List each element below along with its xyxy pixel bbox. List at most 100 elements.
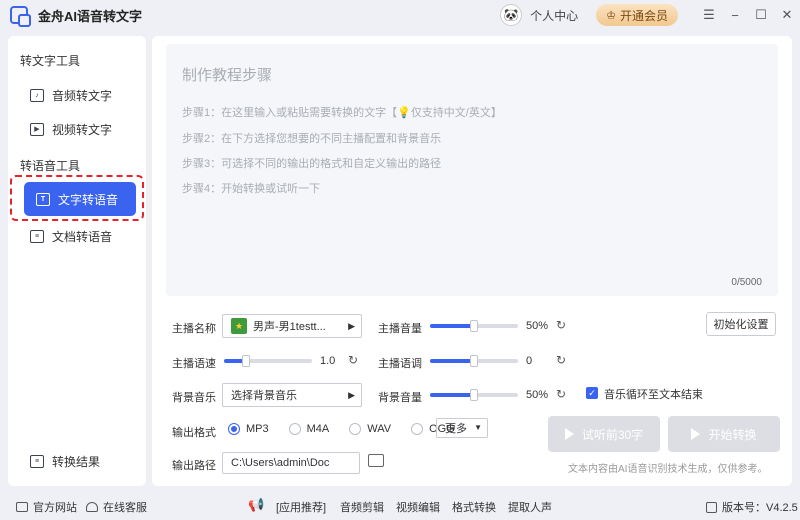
slider-handle[interactable] (470, 389, 478, 401)
monitor-icon (16, 502, 28, 512)
editor-step-1: 步骤1：在这里输入或粘贴需要转换的文字【💡仅支持中文/英文】 (182, 107, 502, 119)
online-support-link[interactable]: 在线客服 (86, 499, 147, 515)
format-radio-mp3[interactable] (228, 423, 240, 435)
sidebar-item-doc-to-speech[interactable]: ≡ 文档转语音 (30, 225, 112, 247)
bgm-select-value: 选择背景音乐 (231, 390, 297, 402)
sidebar: 转文字工具 ♪ 音频转文字 ▶ 视频转文字 转语音工具 T 文字转语音 ≡ 文档… (8, 36, 146, 486)
reset-icon[interactable]: ↻ (348, 353, 358, 367)
sidebar-item-video-to-text[interactable]: ▶ 视频转文字 (30, 118, 112, 140)
menu-icon[interactable]: ☰ (696, 7, 722, 23)
online-support-label: 在线客服 (103, 502, 147, 514)
app-link-vocal-extract[interactable]: 提取人声 (508, 499, 552, 515)
format-label-wav: WAV (367, 423, 392, 435)
app-logo-icon (10, 6, 31, 27)
group-title-to-text: 转文字工具 (20, 54, 81, 68)
anchor-pitch-value: 0 (526, 355, 533, 367)
output-path-input[interactable]: C:\Users\admin\Doc (222, 452, 360, 474)
editor-step-2: 步骤2：在下方选择您想要的不同主播配置和背景音乐 (182, 133, 442, 145)
editor-step-3: 步骤3：可选择不同的输出的格式和自定义输出的路径 (182, 158, 442, 170)
slider-handle[interactable] (242, 355, 250, 367)
anchor-speed-slider[interactable] (224, 355, 312, 367)
footer-bar: 官方网站 在线客服 📢 [应用推荐] 音频剪辑 视频编辑 格式转换 提取人声 版… (0, 490, 800, 520)
voice-avatar-icon: ★ (231, 318, 247, 334)
anchor-select[interactable]: ★ 男声-男1testt... ▶ (222, 314, 362, 338)
output-format-label: 输出格式 (172, 427, 216, 439)
music-loop-checkbox[interactable]: ✓ (586, 387, 598, 399)
app-recommend-label: [应用推荐] (276, 502, 327, 514)
anchor-pitch-label: 主播语调 (378, 358, 422, 370)
maximize-icon[interactable]: ☐ (748, 7, 774, 23)
chevron-down-icon: ▼ (474, 423, 482, 432)
video-file-icon: ▶ (30, 122, 44, 136)
preview-button-label: 试听前30字 (581, 427, 644, 442)
app-link-format-convert[interactable]: 格式转换 (452, 499, 496, 515)
editor-step-4: 步骤4：开始转换或试听一下 (182, 183, 321, 195)
avatar[interactable]: 🐼 (500, 4, 523, 26)
headset-icon (86, 502, 98, 512)
bgm-volume-slider[interactable] (430, 389, 518, 401)
app-title: 金舟AI语音转文字 (38, 8, 143, 24)
highlight-annotation (10, 175, 144, 221)
title-bar: 金舟AI语音转文字 🐼 个人中心 ♔ 开通会员 ☰ − ☐ ✕ (0, 0, 800, 30)
slider-handle[interactable] (470, 320, 478, 332)
version-label: 版本号：V4.2.5 (722, 502, 798, 514)
format-radio-ogg[interactable] (411, 423, 424, 435)
ai-notice: 文本内容由AI语音识别技术生成，仅供参考。 (568, 464, 768, 475)
format-radio-m4a[interactable] (288, 423, 301, 435)
anchor-volume-slider[interactable] (430, 320, 518, 332)
more-formats-label: 更多 (445, 423, 467, 435)
sidebar-item-label: 视频转文字 (52, 122, 113, 137)
bgm-volume-value: 50% (526, 389, 549, 401)
version-icon (706, 501, 717, 513)
vip-label: 开通会员 (619, 8, 668, 23)
format-label-mp3: MP3 (246, 423, 269, 435)
start-convert-button[interactable]: 开始转换 (668, 416, 780, 452)
init-settings-button[interactable]: 初始化设置 (706, 312, 776, 336)
sidebar-item-label: 文档转语音 (52, 229, 113, 244)
play-icon (691, 428, 701, 440)
app-link-audio-edit[interactable]: 音频剪辑 (340, 499, 384, 515)
text-input-area[interactable]: 制作教程步骤 步骤1：在这里输入或粘贴需要转换的文字【💡仅支持中文/英文】 步骤… (166, 44, 778, 296)
start-convert-label: 开始转换 (708, 427, 757, 442)
results-icon: ≡ (30, 454, 44, 468)
official-website-label: 官方网站 (33, 502, 77, 514)
anchor-pitch-slider[interactable] (430, 355, 518, 367)
bgm-label: 背景音乐 (172, 392, 216, 404)
close-icon[interactable]: ✕ (774, 7, 800, 23)
anchor-name-label: 主播名称 (172, 323, 216, 335)
user-center-link[interactable]: 个人中心 (530, 7, 578, 24)
chevron-right-icon: ▶ (348, 321, 355, 331)
reset-icon[interactable]: ↻ (556, 353, 566, 367)
main-panel: 制作教程步骤 步骤1：在这里输入或粘贴需要转换的文字【💡仅支持中文/英文】 步骤… (152, 36, 792, 486)
minimize-icon[interactable]: − (722, 8, 748, 23)
anchor-select-value: 男声-男1testt... (253, 321, 326, 333)
sidebar-item-audio-to-text[interactable]: ♪ 音频转文字 (30, 84, 112, 106)
anchor-volume-value: 50% (526, 320, 549, 332)
audio-file-icon: ♪ (30, 88, 44, 102)
play-icon (564, 428, 574, 440)
format-radio-wav[interactable] (349, 423, 362, 435)
official-website-link[interactable]: 官方网站 (16, 499, 77, 515)
preview-button[interactable]: 试听前30字 (548, 416, 660, 452)
slider-handle[interactable] (470, 355, 478, 367)
megaphone-icon: 📢 (248, 497, 265, 512)
chevron-right-icon: ▶ (348, 390, 355, 400)
format-label-m4a: M4A (306, 423, 330, 435)
char-count: 0/5000 (731, 277, 762, 288)
sidebar-item-label: 音频转文字 (52, 88, 113, 103)
bgm-volume-label: 背景音量 (378, 392, 422, 404)
more-formats-select[interactable]: 更多 ▼ (436, 418, 488, 438)
vip-button[interactable]: ♔ 开通会员 (596, 4, 678, 26)
document-icon: ≡ (30, 229, 44, 243)
bgm-select[interactable]: 选择背景音乐 ▶ (222, 383, 362, 407)
version-info: 版本号：V4.2.5 (706, 499, 798, 515)
app-link-video-edit[interactable]: 视频编辑 (396, 499, 440, 515)
crown-icon: ♔ (606, 9, 616, 22)
music-loop-label: 音乐循环至文本结束 (604, 389, 703, 401)
reset-icon[interactable]: ↻ (556, 387, 566, 401)
anchor-speed-label: 主播语速 (172, 358, 216, 370)
folder-icon[interactable] (368, 454, 384, 467)
anchor-volume-label: 主播音量 (378, 323, 422, 335)
reset-icon[interactable]: ↻ (556, 318, 566, 332)
sidebar-item-results[interactable]: ≡ 转换结果 (30, 450, 100, 472)
